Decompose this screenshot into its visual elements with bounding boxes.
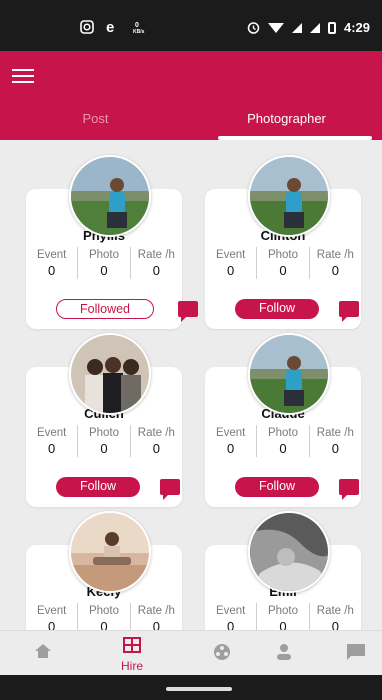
message-icon[interactable] [160,479,180,500]
camera-film-icon [214,644,230,660]
event-label: Event [215,427,246,439]
rate-label: Rate /h [316,427,354,439]
rate-value: 0 [331,441,339,456]
data-speed-icon: 0KB/s [133,22,145,34]
wifi-icon [267,22,284,33]
status-bar: e 0 KB/s 4:29 [0,0,382,51]
hire-icon [123,637,141,653]
status-left-icons: e 0 KB/s [80,20,149,34]
event-count: 0 [48,263,56,278]
home-gesture-handle[interactable] [166,687,232,691]
follow-button[interactable]: Follow [235,477,319,497]
rate-label: Rate /h [137,427,175,439]
event-label: Event [215,249,246,261]
photo-count: 0 [279,441,287,456]
svg-text:e: e [106,20,114,34]
message-icon[interactable] [178,301,198,322]
photo-label: Photo [267,427,299,439]
rate-label: Rate /h [137,605,175,617]
stats-row: Event 0 Photo 0 Rate /h 0 [205,425,361,457]
photo-label: Photo [88,605,120,617]
chat-icon [347,644,365,660]
stats-row: Event 0 Photo 0 Rate /h 0 [205,247,361,279]
photo-count: 0 [100,263,108,278]
rate-value: 0 [152,619,160,630]
nav-home[interactable] [13,631,73,676]
photo-label: Photo [267,249,299,261]
nav-hire-label: Hire [120,659,143,673]
signal-icon-2 [309,22,320,33]
avatar[interactable] [248,155,330,237]
nav-profile[interactable] [254,631,314,676]
stats-row: Event 0 Photo 0 Rate /h 0 [26,603,182,630]
nav-reel[interactable] [192,631,252,676]
battery-icon [327,21,336,34]
rate-value: 0 [152,263,160,278]
avatar[interactable] [248,333,330,415]
event-label: Event [215,605,246,617]
event-count: 0 [227,441,235,456]
event-label: Event [36,427,67,439]
tab-bar: Post Photographer [0,101,382,140]
app-bar: Post Photographer [0,51,382,140]
avatar[interactable] [248,511,330,593]
message-icon[interactable] [339,301,359,322]
profile-icon [277,644,291,660]
signal-icon [291,22,302,33]
instagram-icon [80,20,94,34]
svg-text:KB/s: KB/s [133,29,145,34]
menu-icon[interactable] [12,69,34,85]
followed-button[interactable]: Followed [56,299,154,319]
alarm-icon [247,22,260,34]
svg-text:0: 0 [135,22,139,29]
event-count: 0 [48,619,56,630]
follow-button[interactable]: Follow [235,299,319,319]
photo-count: 0 [279,619,287,630]
photo-count: 0 [100,441,108,456]
rate-label: Rate /h [316,249,354,261]
message-icon[interactable] [339,479,359,500]
nav-messages[interactable] [326,631,382,676]
stats-row: Event 0 Photo 0 Rate /h 0 [26,247,182,279]
rate-label: Rate /h [137,249,175,261]
photo-count: 0 [279,263,287,278]
clock-time: 4:29 [343,20,370,35]
photo-label: Photo [88,427,120,439]
event-count: 0 [227,619,235,630]
avatar[interactable] [69,333,151,415]
rate-value: 0 [152,441,160,456]
bottom-navigation: Hire [0,630,382,675]
rate-value: 0 [331,263,339,278]
event-count: 0 [227,263,235,278]
nav-hire[interactable]: Hire [102,631,162,676]
tab-post[interactable]: Post [0,101,191,140]
stats-row: Event 0 Photo 0 Rate /h 0 [205,603,361,630]
rate-label: Rate /h [316,605,354,617]
event-label: Event [36,249,67,261]
tab-photographer[interactable]: Photographer [191,101,382,140]
rate-value: 0 [331,619,339,630]
event-label: Event [36,605,67,617]
event-count: 0 [48,441,56,456]
photo-count: 0 [100,619,108,630]
avatar[interactable] [69,155,151,237]
system-gesture-bar [0,675,382,700]
home-icon [35,644,51,658]
photo-label: Photo [88,249,120,261]
status-right-icons: 4:29 [247,20,370,35]
avatar[interactable] [69,511,151,593]
follow-button[interactable]: Follow [56,477,140,497]
photographer-grid: Phyllis Event 0 Photo 0 Rate /h 0 Followed … [0,140,382,630]
photo-label: Photo [267,605,299,617]
e-icon: e [106,20,114,34]
stats-row: Event 0 Photo 0 Rate /h 0 [26,425,182,457]
